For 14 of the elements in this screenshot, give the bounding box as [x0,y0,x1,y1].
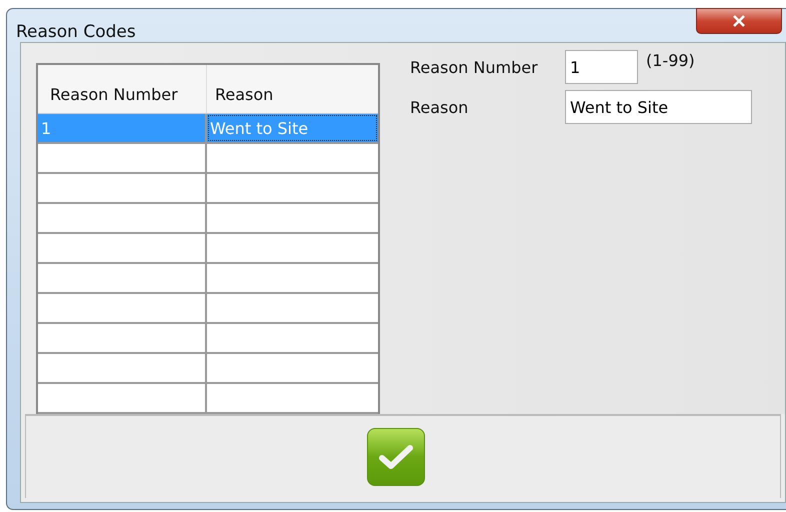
close-button[interactable] [696,8,782,34]
table-cell: 1 [38,114,207,142]
close-icon [732,15,746,27]
field-label: Reason Number [410,58,539,76]
range-hint: (1-99) [646,51,695,70]
column-header[interactable]: Reason [207,65,378,113]
window-title: Reason Codes [16,22,136,42]
checkmark-icon [379,444,413,470]
field-label: Reason [410,98,470,116]
input-field[interactable]: 1 [565,50,638,84]
table-cell: Went to Site [207,114,378,142]
column-header[interactable]: Reason Number [38,65,207,113]
ok-button[interactable] [367,428,425,486]
input-field[interactable]: Went to Site [565,90,752,124]
